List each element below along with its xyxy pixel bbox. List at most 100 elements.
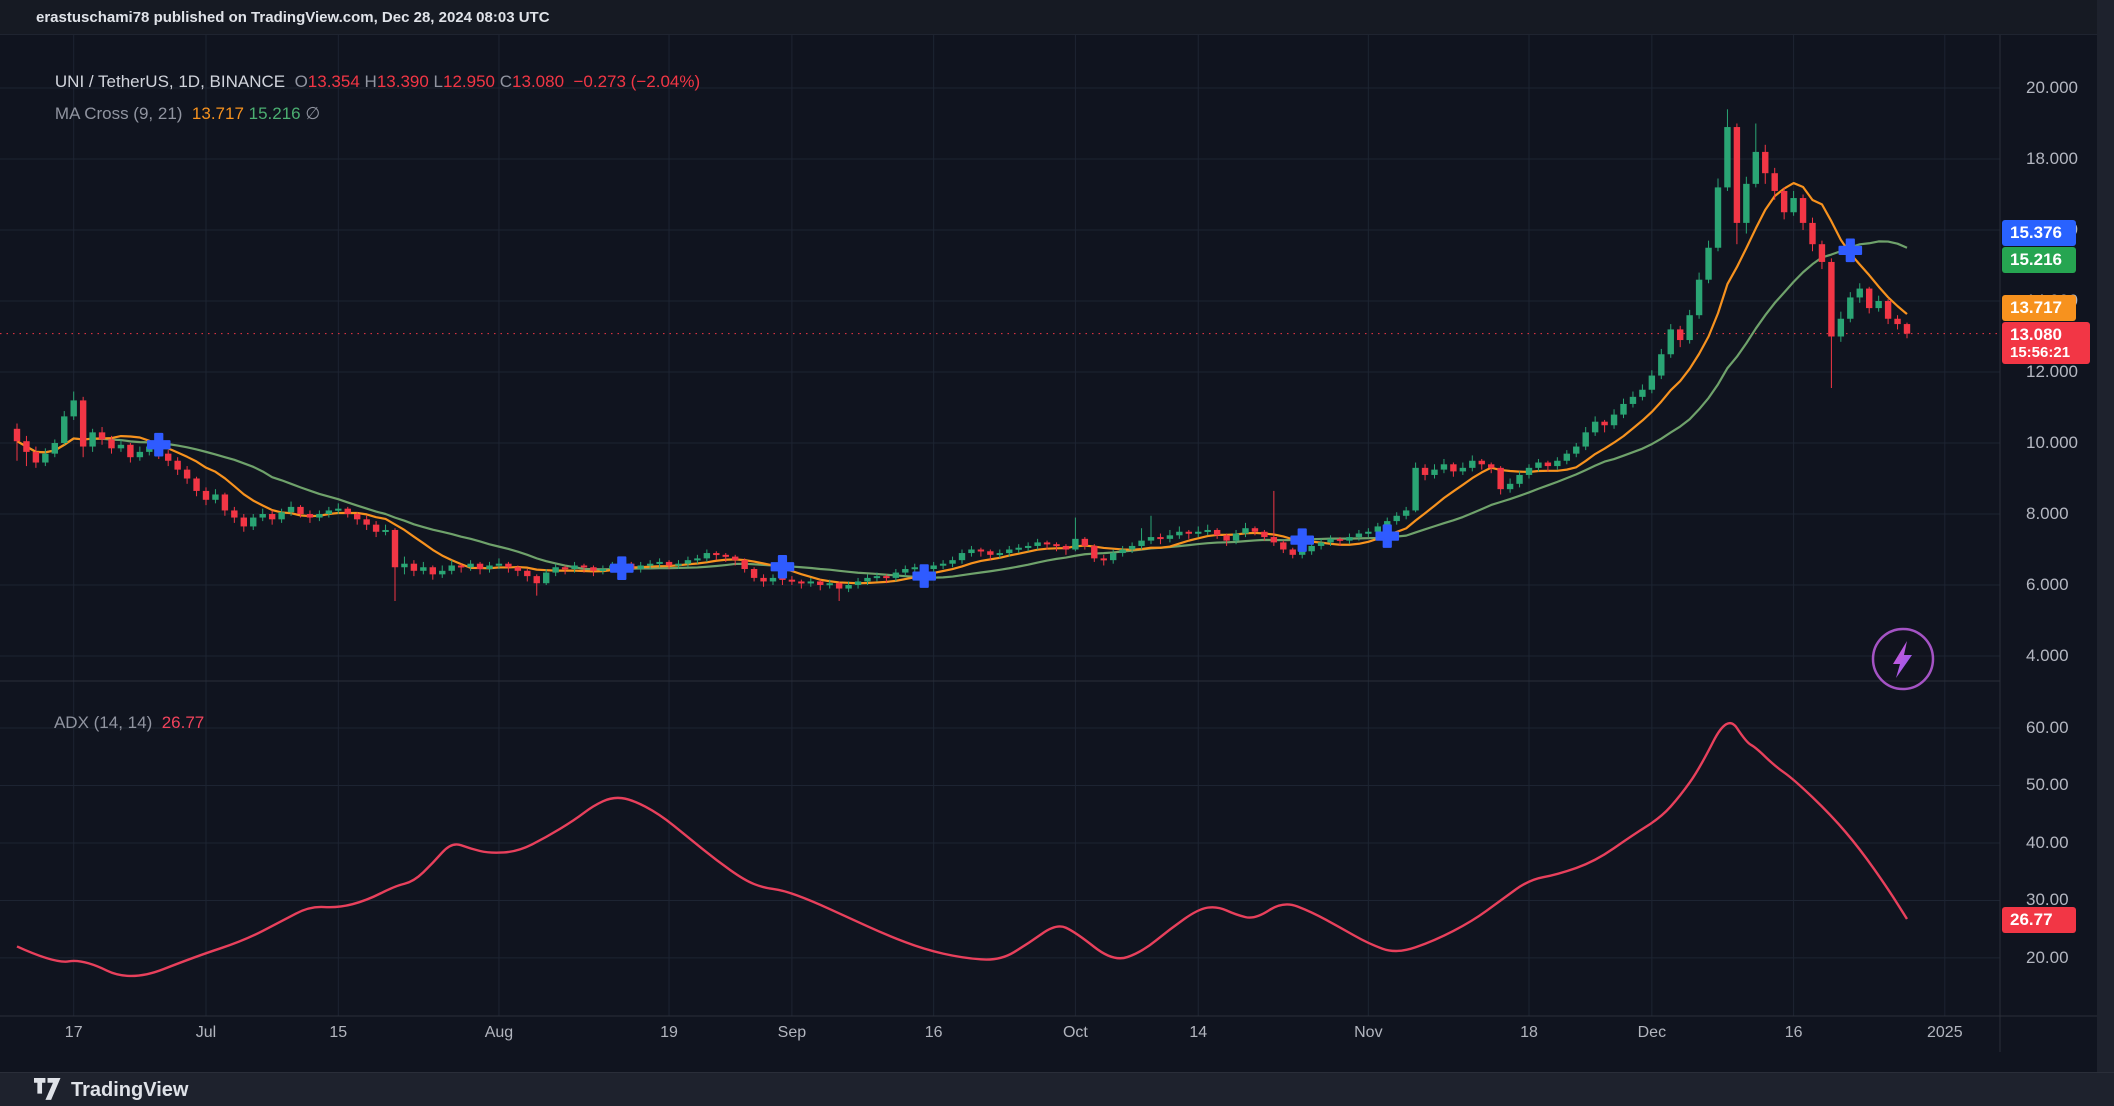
time-axis-label: 15 bbox=[329, 1024, 347, 1042]
candle bbox=[1904, 323, 1910, 339]
candle bbox=[1318, 539, 1324, 550]
candle bbox=[1280, 541, 1286, 553]
candle bbox=[704, 550, 710, 562]
candle bbox=[1469, 455, 1475, 471]
candle bbox=[1403, 507, 1409, 519]
candle bbox=[1025, 542, 1031, 551]
candle bbox=[1857, 283, 1863, 303]
candle bbox=[1034, 539, 1040, 550]
ma-cross-marker-icon bbox=[611, 557, 633, 579]
candle bbox=[1564, 450, 1570, 464]
ma-cross-markers bbox=[148, 240, 1861, 587]
time-axis-label: Jul bbox=[196, 1024, 216, 1042]
candle bbox=[1668, 324, 1674, 358]
candle bbox=[165, 450, 171, 466]
low-label: L bbox=[434, 72, 443, 91]
close-label: C bbox=[500, 72, 512, 91]
candle bbox=[1119, 546, 1125, 557]
candle bbox=[1186, 530, 1192, 539]
candle bbox=[326, 507, 332, 518]
candle bbox=[486, 562, 492, 573]
candle bbox=[1781, 187, 1787, 219]
high-label: H bbox=[365, 72, 377, 91]
candle bbox=[770, 574, 776, 585]
boost-button[interactable] bbox=[1873, 629, 1933, 689]
candle bbox=[1082, 537, 1088, 549]
candle bbox=[1148, 516, 1154, 544]
bar-countdown: 15:56:21 bbox=[2010, 344, 2082, 362]
candle bbox=[373, 521, 379, 537]
time-axis-label: Sep bbox=[778, 1024, 806, 1042]
candle bbox=[638, 562, 644, 573]
candle bbox=[231, 507, 237, 523]
candle bbox=[1743, 177, 1749, 234]
candle bbox=[959, 550, 965, 564]
ma-slow-value: 15.216 bbox=[249, 104, 301, 123]
tradingview-chart-page: 20.00018.00016.00014.00012.00010.0008.00… bbox=[0, 0, 2114, 1106]
candle bbox=[1214, 528, 1220, 539]
adx-label: ADX (14, 14) bbox=[54, 713, 152, 732]
change-value: −0.273 (−2.04%) bbox=[573, 72, 700, 91]
candle bbox=[1639, 384, 1645, 400]
time-axis-label: 17 bbox=[65, 1024, 83, 1042]
candle bbox=[902, 565, 908, 576]
candle bbox=[1526, 464, 1532, 478]
adx-legend-row[interactable]: ADX (14, 14) 26.77 bbox=[36, 693, 204, 753]
tradingview-logo[interactable]: TradingView bbox=[34, 1078, 188, 1102]
candle bbox=[1753, 124, 1759, 188]
candle bbox=[1724, 109, 1730, 191]
adx-value-badge: 26.77 bbox=[2002, 907, 2076, 933]
candle bbox=[1365, 528, 1371, 537]
candle bbox=[430, 565, 436, 579]
time-axis-label: Nov bbox=[1354, 1024, 1382, 1042]
candle bbox=[420, 562, 426, 574]
candle bbox=[137, 447, 143, 461]
candle bbox=[1620, 399, 1626, 419]
candle bbox=[1460, 463, 1466, 475]
price-tick-label: 10.000 bbox=[2026, 433, 2078, 453]
candle bbox=[1441, 459, 1447, 473]
chart-canvas[interactable] bbox=[0, 0, 2114, 1106]
time-axis-label: Oct bbox=[1063, 1024, 1088, 1042]
candle bbox=[260, 509, 266, 521]
candle bbox=[222, 493, 228, 516]
candle bbox=[751, 567, 757, 581]
candle bbox=[1819, 241, 1825, 269]
candle bbox=[269, 510, 275, 524]
candle bbox=[203, 487, 209, 505]
time-axis-label: 18 bbox=[1520, 1024, 1538, 1042]
candle bbox=[590, 565, 596, 576]
candle bbox=[1677, 326, 1683, 347]
candle bbox=[1885, 299, 1891, 324]
candle bbox=[1573, 443, 1579, 457]
candle bbox=[1205, 525, 1211, 536]
candle bbox=[1658, 349, 1664, 379]
candle bbox=[1507, 479, 1513, 493]
candle bbox=[71, 392, 77, 420]
low-value: 12.950 bbox=[443, 72, 495, 91]
adx-tick-label: 60.00 bbox=[2026, 718, 2069, 738]
adx-line bbox=[17, 723, 1907, 976]
candle bbox=[1601, 420, 1607, 432]
candle bbox=[940, 560, 946, 569]
candle bbox=[949, 557, 955, 568]
candle bbox=[855, 578, 861, 589]
candle bbox=[89, 429, 95, 452]
adx-tick-label: 20.00 bbox=[2026, 948, 2069, 968]
candle bbox=[978, 548, 984, 557]
ma-cross-marker-value: ∅ bbox=[305, 104, 320, 123]
ma-cross-label: MA Cross (9, 21) bbox=[55, 104, 183, 123]
candle bbox=[212, 489, 218, 503]
ma-cross-legend-row[interactable]: MA Cross (9, 21) 13.717 15.216 ∅ bbox=[36, 84, 320, 144]
candle bbox=[363, 516, 369, 530]
adx-tick-label: 40.00 bbox=[2026, 833, 2069, 853]
candle bbox=[1223, 534, 1229, 546]
candle bbox=[307, 510, 313, 522]
candle bbox=[713, 551, 719, 560]
publish-header-text: erastuschami78 published on TradingView.… bbox=[36, 9, 550, 26]
candle bbox=[241, 514, 247, 532]
candle bbox=[1176, 526, 1182, 538]
candle bbox=[1583, 427, 1589, 450]
last-price-badge: 13.080 15:56:21 bbox=[2002, 322, 2090, 364]
high-value: 13.390 bbox=[377, 72, 429, 91]
